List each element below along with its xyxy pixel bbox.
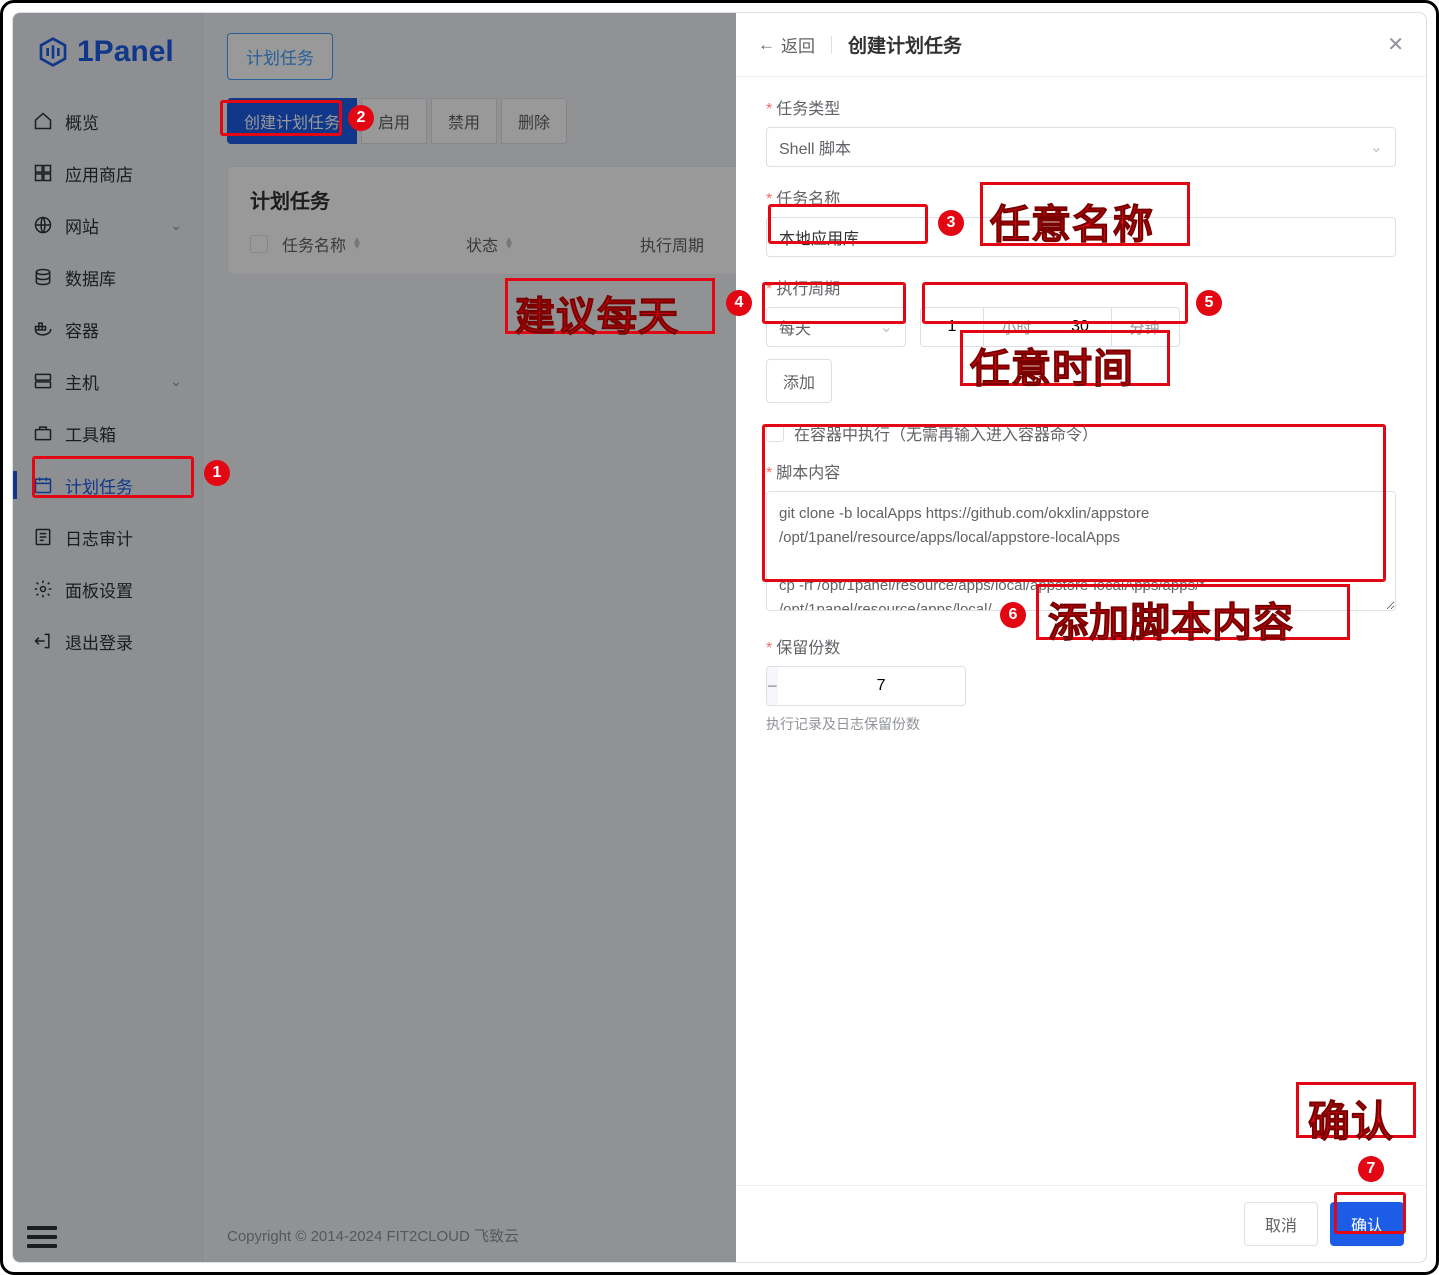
task-name-label: *任务名称 xyxy=(766,185,1396,209)
container-exec-label: 在容器中执行（无需再输入进入容器命令） xyxy=(794,421,1098,445)
chevron-down-icon: ⌄ xyxy=(1370,137,1383,157)
container-exec-checkbox[interactable] xyxy=(766,424,784,442)
drawer-footer: 取消 确认 xyxy=(736,1185,1426,1262)
cycle-label: *执行周期 xyxy=(766,275,1396,299)
field-cycle: *执行周期 每天 ⌄ 小时 分钟 添加 xyxy=(766,275,1396,403)
back-button[interactable]: ← 返回 xyxy=(758,32,815,57)
task-type-value: Shell 脚本 xyxy=(779,135,851,159)
field-script: *脚本内容 xyxy=(766,459,1396,616)
keep-label: *保留份数 xyxy=(766,634,1396,658)
confirm-button[interactable]: 确认 xyxy=(1330,1202,1404,1246)
minute-input[interactable] xyxy=(1049,308,1111,346)
hour-unit: 小时 xyxy=(983,308,1049,346)
keep-stepper: − + xyxy=(766,666,966,706)
field-task-type: *任务类型 Shell 脚本 ⌄ xyxy=(766,95,1396,167)
chevron-down-icon: ⌄ xyxy=(880,317,893,337)
stepper-decrease[interactable]: − xyxy=(767,667,778,705)
task-type-select[interactable]: Shell 脚本 ⌄ xyxy=(766,127,1396,167)
cycle-select[interactable]: 每天 ⌄ xyxy=(766,307,906,347)
hour-input[interactable] xyxy=(921,308,983,346)
drawer-body: *任务类型 Shell 脚本 ⌄ *任务名称 *执行周期 每天 ⌄ xyxy=(736,77,1426,1185)
task-name-input-wrap xyxy=(766,217,1396,257)
field-task-name: *任务名称 xyxy=(766,185,1396,257)
cycle-time: 小时 分钟 xyxy=(920,307,1180,347)
arrow-left-icon: ← xyxy=(758,35,775,55)
task-name-input[interactable] xyxy=(779,228,1383,246)
create-task-drawer: ← 返回 创建计划任务 ✕ *任务类型 Shell 脚本 ⌄ *任务名称 xyxy=(736,13,1426,1262)
drawer-title: 创建计划任务 xyxy=(848,31,962,58)
close-icon[interactable]: ✕ xyxy=(1387,32,1404,57)
minute-unit: 分钟 xyxy=(1111,308,1177,346)
field-keep: *保留份数 − + 执行记录及日志保留份数 xyxy=(766,634,1396,734)
container-exec-row[interactable]: 在容器中执行（无需再输入进入容器命令） xyxy=(766,421,1396,445)
add-cycle-button[interactable]: 添加 xyxy=(766,359,832,403)
task-type-label: *任务类型 xyxy=(766,95,1396,119)
back-label: 返回 xyxy=(781,32,815,57)
keep-input[interactable] xyxy=(778,667,966,705)
cancel-button[interactable]: 取消 xyxy=(1244,1202,1318,1246)
keep-hint: 执行记录及日志保留份数 xyxy=(766,714,1396,734)
app-root: 1Panel 概览 应用商店 网站 ⌄ 数据库 容器 xyxy=(12,12,1427,1263)
cycle-value: 每天 xyxy=(779,315,811,339)
drawer-header: ← 返回 创建计划任务 ✕ xyxy=(736,13,1426,77)
script-label: *脚本内容 xyxy=(766,459,1396,483)
script-textarea[interactable] xyxy=(766,491,1396,611)
separator xyxy=(831,36,832,54)
cycle-row: 每天 ⌄ 小时 分钟 xyxy=(766,307,1396,347)
